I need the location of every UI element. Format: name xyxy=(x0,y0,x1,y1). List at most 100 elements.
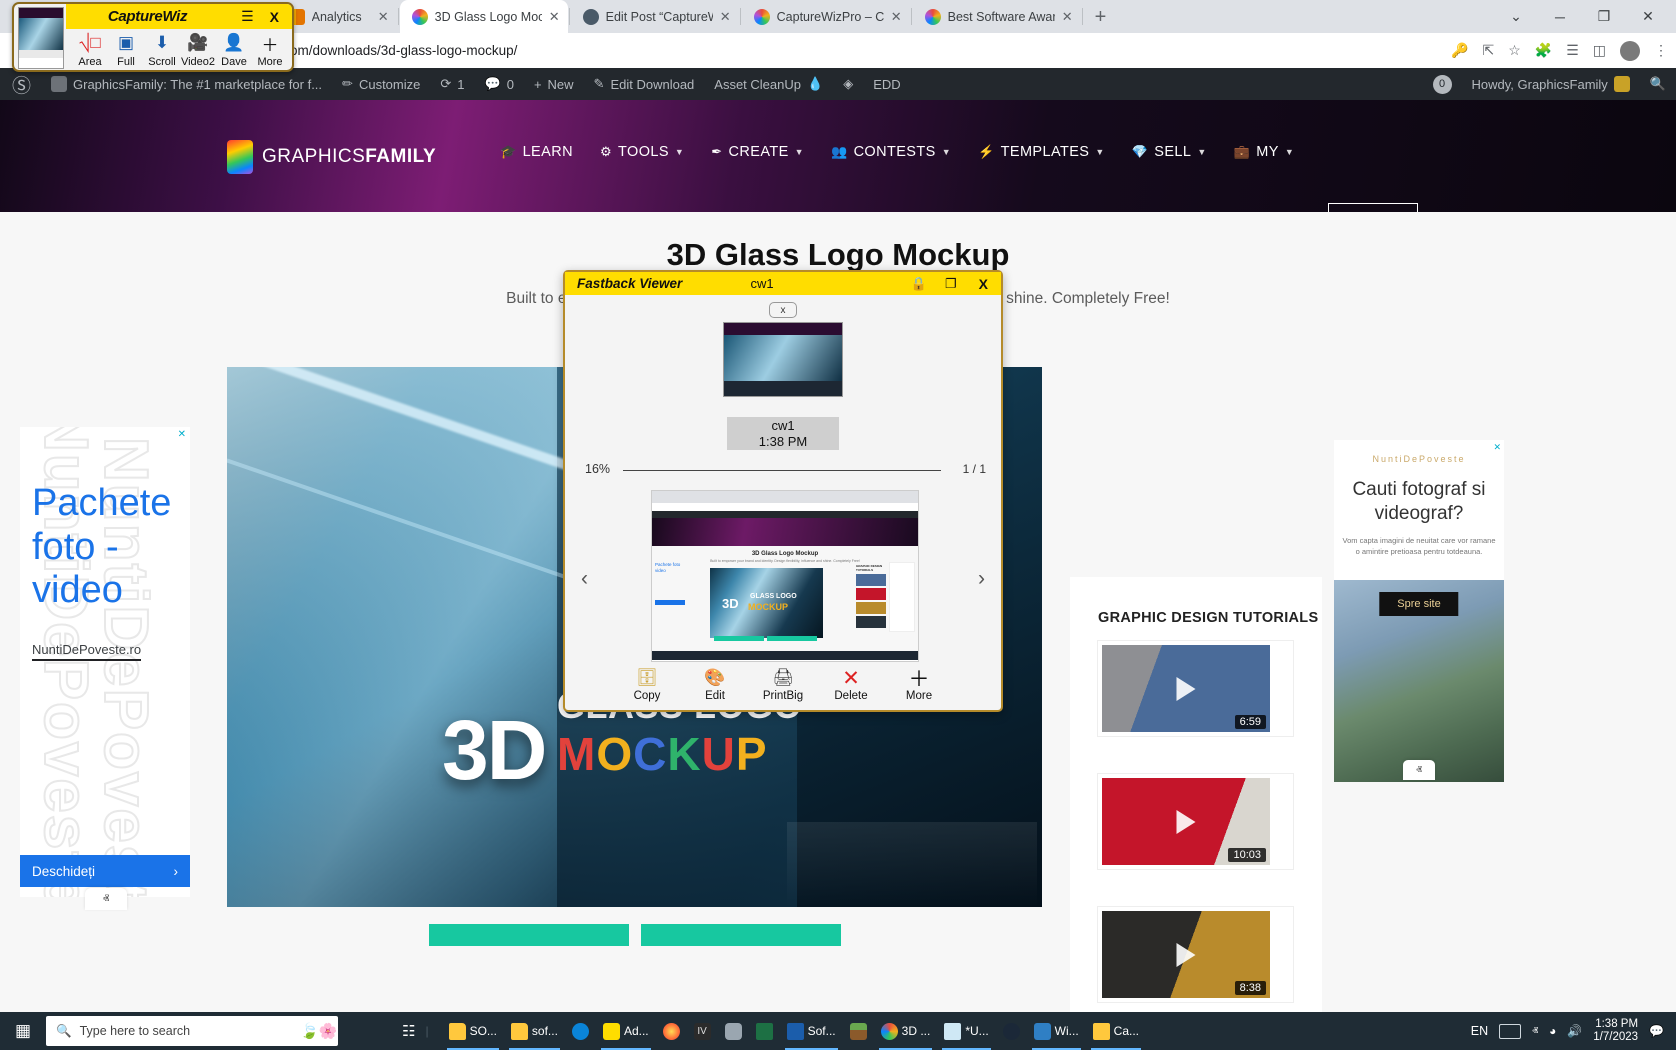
reading-list-icon[interactable]: ☰ xyxy=(1566,42,1579,59)
nav-item-sell[interactable]: 💎 SELL ▼ xyxy=(1132,144,1207,160)
download-button[interactable] xyxy=(428,924,629,946)
taskbar-item-folder-sof[interactable]: sof... xyxy=(505,1012,564,1050)
capture-preview-large[interactable]: 3D Glass Logo Mockup Built to empower yo… xyxy=(651,490,919,662)
taskbar-item-minecraft[interactable] xyxy=(844,1012,873,1050)
capture-video-button[interactable]: 🎥 Video2 xyxy=(180,30,216,68)
wp-diamond[interactable]: ◈ xyxy=(833,68,863,100)
printbig-button[interactable]: 🖨 PrintBig xyxy=(760,666,806,702)
taskbar-item-robot[interactable] xyxy=(719,1012,748,1050)
capturewiz-toolbar[interactable]: CaptureWiz ☰ X ⎷□ Area ▣ Full ⬇ Scroll 🎥 xyxy=(12,2,294,72)
taskbar-item-excel[interactable] xyxy=(750,1012,779,1050)
nav-item-create[interactable]: ✒ CREATE ▼ xyxy=(711,144,804,160)
delete-button[interactable]: ✕ Delete xyxy=(828,666,874,703)
taskbar-item-winzip[interactable]: Wi... xyxy=(1028,1012,1085,1050)
previous-capture-button[interactable]: ‹ xyxy=(581,567,588,591)
capture-area-button[interactable]: ⎷□ Area xyxy=(72,30,108,68)
secondary-cta-button[interactable] xyxy=(640,924,841,946)
capturewiz-preview-thumbnail[interactable] xyxy=(18,7,64,69)
browser-tab[interactable]: Edit Post “CaptureWi ✕ xyxy=(571,0,739,33)
thumbnail-close-button[interactable]: x xyxy=(769,302,797,318)
wp-howdy[interactable]: Howdy, GraphicsFamily xyxy=(1462,68,1640,100)
fastback-viewer-dialog[interactable]: Fastback Viewer cw1 🔒 ❐ X x cw1 1:38 PM … xyxy=(563,270,1003,712)
close-window-button[interactable]: ✕ xyxy=(1626,3,1670,30)
taskbar-item-capturewiz[interactable]: Ca... xyxy=(1087,1012,1145,1050)
wp-customize[interactable]: ✏ Customize xyxy=(332,68,430,100)
wp-site-name[interactable]: GraphicsFamily: The #1 marketplace for f… xyxy=(41,68,332,100)
tab-close-icon[interactable]: ✕ xyxy=(891,9,902,25)
browser-tab[interactable]: Analytics ✕ xyxy=(277,0,397,33)
taskbar-item-chrome[interactable]: 3D ... xyxy=(875,1012,937,1050)
minimize-button[interactable]: ─ xyxy=(1538,3,1582,30)
ad-close-icon[interactable]: ✕ xyxy=(1493,442,1501,453)
wordpress-icon[interactable]: Ⓢ xyxy=(0,71,41,98)
ad-cta-button[interactable]: Deschideți › xyxy=(20,855,190,887)
taskbar-search-input[interactable]: 🔍 Type here to search xyxy=(46,1016,338,1046)
right-ad-collapse-button[interactable]: ⱏ xyxy=(1403,760,1435,780)
ad-cta-button[interactable]: Spre site xyxy=(1379,592,1459,616)
close-icon[interactable]: X xyxy=(966,276,1001,292)
browser-tab[interactable]: CaptureWizPro – Cap ✕ xyxy=(742,0,910,33)
notification-icon[interactable]: 💬 xyxy=(1649,1024,1664,1038)
tray-chevron-icon[interactable]: ⱏ xyxy=(1532,1024,1538,1039)
taskbar-clock[interactable]: 1:38 PM 1/7/2023 xyxy=(1593,1018,1638,1044)
profile-avatar[interactable] xyxy=(1620,40,1640,61)
copy-button[interactable]: 🗄 Copy xyxy=(624,666,670,702)
taskbar-item-iv[interactable]: IV xyxy=(688,1012,717,1050)
taskbar-item-fireworks[interactable]: Ad... xyxy=(597,1012,655,1050)
tutorial-card[interactable]: 8:38 xyxy=(1097,906,1294,1003)
star-icon[interactable]: ☆ xyxy=(1508,42,1521,59)
extensions-icon[interactable]: 🧩 xyxy=(1535,42,1552,59)
close-icon[interactable]: X xyxy=(266,9,292,25)
taskbar-item-word[interactable]: Sof... xyxy=(781,1012,842,1050)
edit-button[interactable]: 🎨 Edit xyxy=(692,666,738,702)
tab-close-icon[interactable]: ✕ xyxy=(1062,9,1073,25)
tab-close-icon[interactable]: ✕ xyxy=(720,9,731,25)
nav-item-learn[interactable]: 🎓 LEARN xyxy=(500,144,573,160)
more-tools-button[interactable]: ＋ More xyxy=(252,30,288,69)
task-view-icon[interactable]: ☷ xyxy=(392,1022,425,1040)
keyboard-icon[interactable] xyxy=(1499,1023,1522,1039)
share-icon[interactable]: ⇱ xyxy=(1482,42,1494,59)
tutorial-card[interactable]: 10:03 xyxy=(1097,773,1294,870)
tutorial-card[interactable]: 6:59 xyxy=(1097,640,1294,737)
maximize-button[interactable]: ❐ xyxy=(1582,3,1626,30)
left-ad-collapse-button[interactable]: ⱏ xyxy=(85,888,127,910)
taskbar-item-steam[interactable] xyxy=(997,1012,1026,1050)
nav-item-templates[interactable]: ⚡ TEMPLATES ▼ xyxy=(978,144,1105,160)
right-advertisement[interactable]: NuntiDePoveste Cauti fotograf si videogr… xyxy=(1334,440,1504,782)
wp-search-button[interactable]: 🔍 xyxy=(1640,68,1676,100)
wp-updates[interactable]: ⟳ 1 xyxy=(430,68,474,100)
maximize-icon[interactable]: ❐ xyxy=(936,276,966,292)
wifi-icon[interactable]: ◕ xyxy=(1549,1024,1556,1038)
taskbar-item-edge[interactable] xyxy=(566,1012,595,1050)
taskbar-item-folder-so[interactable]: SO... xyxy=(443,1012,503,1050)
new-tab-button[interactable]: + xyxy=(1084,7,1118,27)
padlock-icon[interactable]: 🔒 xyxy=(902,276,936,292)
wp-edd[interactable]: EDD xyxy=(863,68,910,100)
tab-close-icon[interactable]: ✕ xyxy=(549,9,560,25)
user-profile-button[interactable]: 👤 Dave xyxy=(216,30,252,68)
browser-tab-active[interactable]: 3D Glass Logo Mocku ✕ xyxy=(399,0,568,33)
volume-icon[interactable]: 🔊 xyxy=(1567,1024,1582,1038)
taskbar-item-firefox[interactable] xyxy=(657,1012,686,1050)
wp-edit-download[interactable]: ✎ Edit Download xyxy=(584,68,705,100)
nav-item-contests[interactable]: 👥 CONTESTS ▼ xyxy=(831,144,951,160)
ad-close-icon[interactable]: ✕ xyxy=(178,429,186,440)
capture-full-button[interactable]: ▣ Full xyxy=(108,30,144,68)
capture-scroll-button[interactable]: ⬇ Scroll xyxy=(144,30,180,68)
key-icon[interactable]: 🔑 xyxy=(1451,42,1468,59)
hamburger-menu-icon[interactable]: ☰ xyxy=(229,8,266,25)
wp-notifications[interactable]: 0 xyxy=(1423,68,1462,100)
browser-tab[interactable]: Best Software Award ✕ xyxy=(913,0,1081,33)
site-logo[interactable]: GRAPHICSFAMILY xyxy=(227,140,436,174)
windows-start-button[interactable]: ▦ xyxy=(0,1012,46,1050)
nav-item-my[interactable]: 💼 MY ▼ xyxy=(1234,144,1294,160)
wp-comments[interactable]: 💬 0 xyxy=(475,68,524,100)
url-text[interactable]: om/downloads/3d-glass-logo-mockup/ xyxy=(290,43,517,58)
capture-thumbnail[interactable] xyxy=(723,322,843,397)
taskbar-item-notepad[interactable]: *U... xyxy=(938,1012,994,1050)
tab-search-icon[interactable]: ⌄ xyxy=(1494,3,1538,30)
language-indicator[interactable]: EN xyxy=(1471,1024,1488,1038)
tab-close-icon[interactable]: ✕ xyxy=(378,9,389,25)
sidebar-icon[interactable]: ◫ xyxy=(1593,42,1606,59)
